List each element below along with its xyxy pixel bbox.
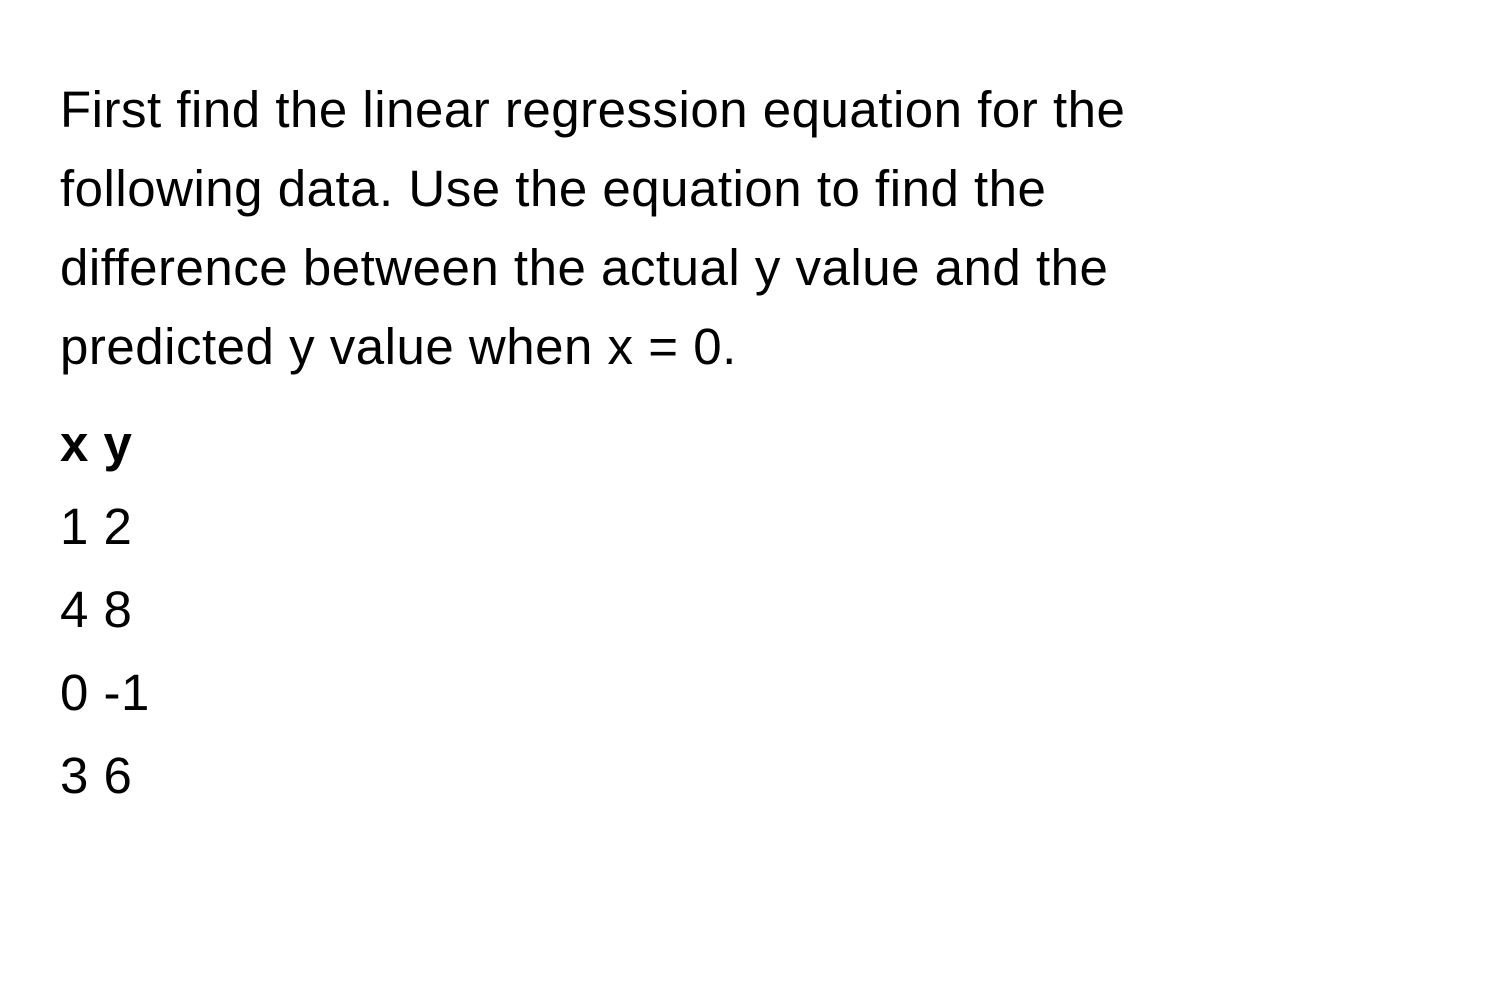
document-content: First find the linear regression equatio… [60, 70, 1440, 815]
table-row: 3 6 [60, 736, 1440, 815]
table-row: 1 2 [60, 487, 1440, 566]
question-line-4: predicted y value when x = 0. [60, 307, 1440, 386]
question-line-2: following data. Use the equation to find… [60, 149, 1440, 228]
table-header: x y [60, 404, 1440, 483]
question-line-1: First find the linear regression equatio… [60, 70, 1440, 149]
question-paragraph: First find the linear regression equatio… [60, 70, 1440, 386]
question-line-3: difference between the actual y value an… [60, 228, 1440, 307]
table-row: 4 8 [60, 570, 1440, 649]
table-row: 0 -1 [60, 653, 1440, 732]
